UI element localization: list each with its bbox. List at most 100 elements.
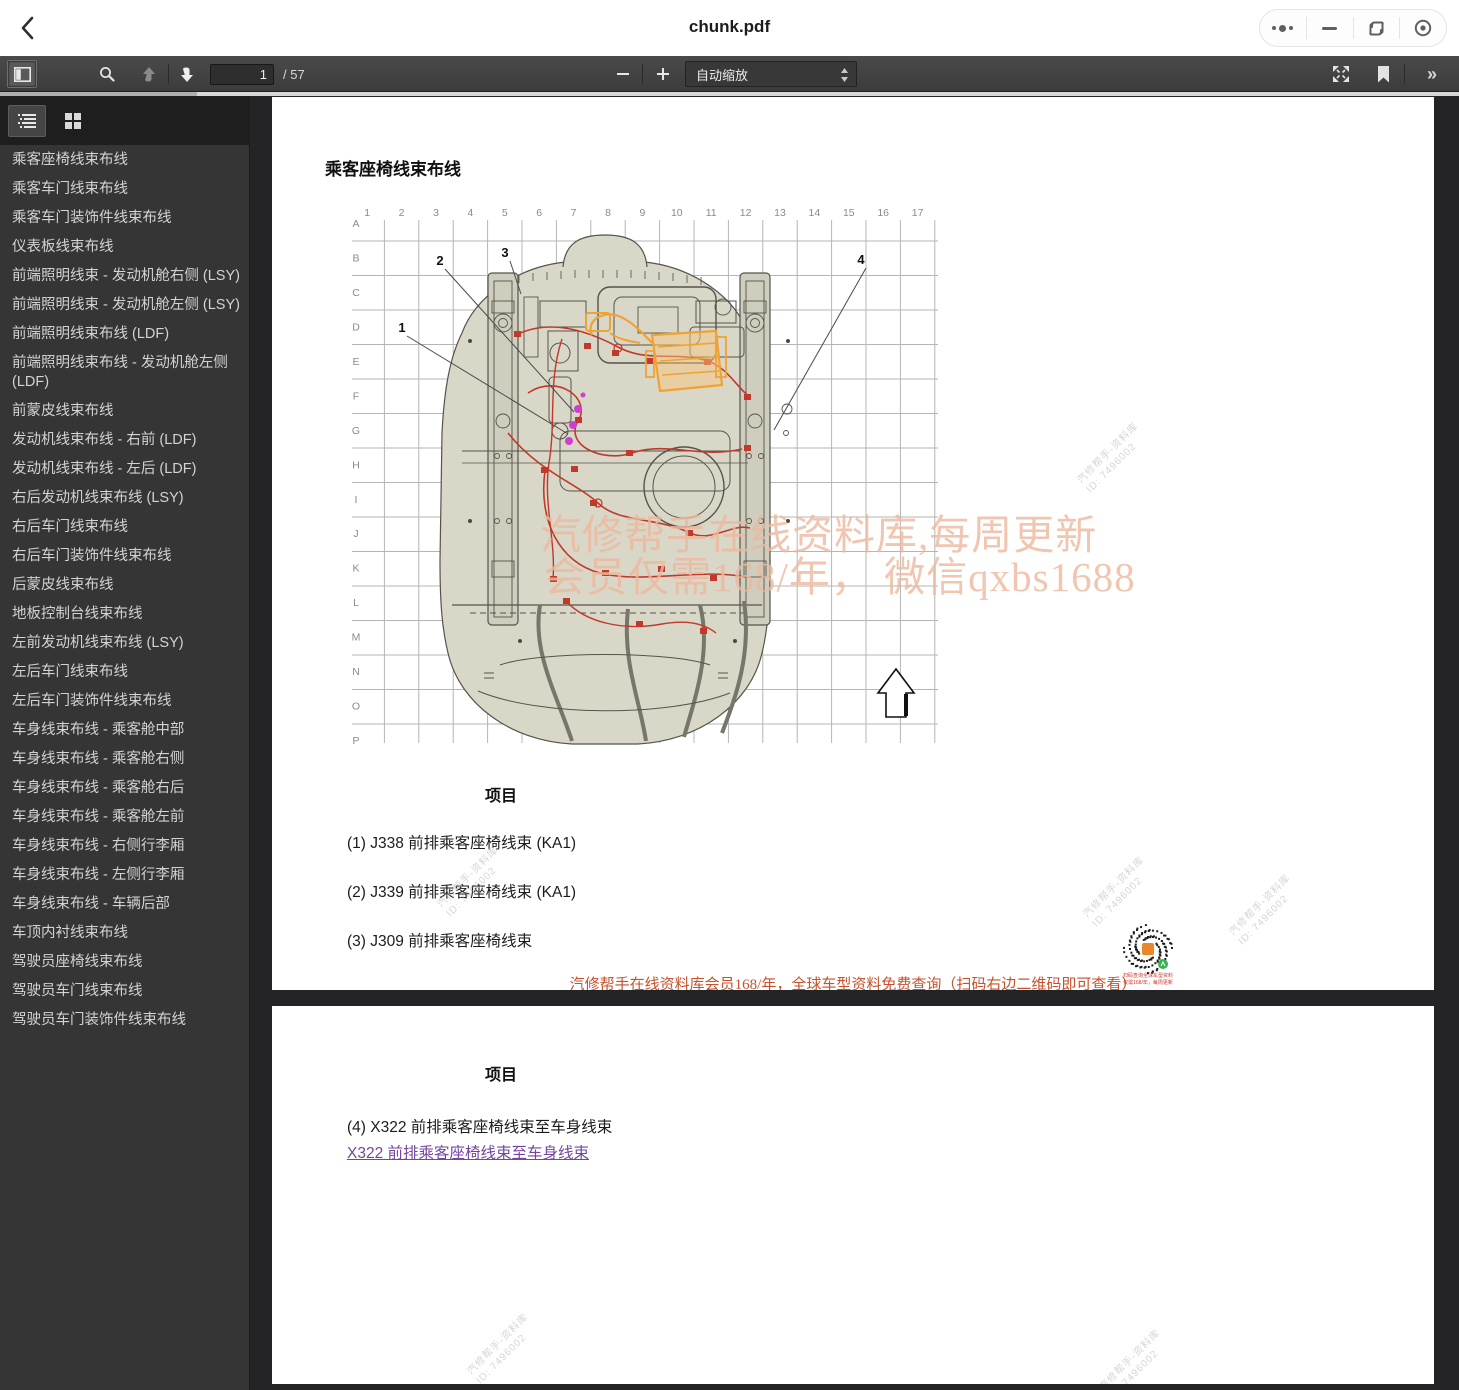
outline-item[interactable]: 驾驶员座椅线束布线 <box>12 953 240 972</box>
outline-item[interactable]: 发动机线束布线 - 左后 (LDF) <box>12 460 240 479</box>
svg-text:2: 2 <box>399 207 405 219</box>
outline-item[interactable]: 车身线束布线 - 乘客舱右侧 <box>12 750 240 769</box>
outline-item[interactable]: 车身线束布线 - 乘客舱左前 <box>12 808 240 827</box>
presentation-mode-button[interactable] <box>1326 60 1356 88</box>
outline-item[interactable]: 车身线束布线 - 乘客舱右后 <box>12 779 240 798</box>
outline-item[interactable]: 前端照明线束布线 - 发动机舱左侧 (LDF) <box>12 354 240 392</box>
next-page-button[interactable] <box>172 60 202 88</box>
close-button[interactable] <box>1400 10 1446 46</box>
outline-item[interactable]: 后蒙皮线束布线 <box>12 576 240 595</box>
svg-text:1: 1 <box>364 207 370 219</box>
bookmark-icon <box>1377 66 1390 83</box>
svg-text:4: 4 <box>467 207 473 219</box>
outline-item[interactable]: 驾驶员车门装饰件线束布线 <box>12 1011 240 1030</box>
qr-caption: 扫码查询全球车型资料 <box>1106 973 1190 980</box>
sidebar: 乘客座椅线束布线 乘客车门线束布线 乘客车门装饰件线束布线 仪表板线束布线 前端… <box>0 96 250 1390</box>
bookmark-button[interactable] <box>1368 60 1398 88</box>
qr-caption: 仅需168/年，每周更新 <box>1106 980 1190 987</box>
document-title: chunk.pdf <box>0 17 1459 37</box>
toolbar-divider <box>1404 64 1405 84</box>
outline-item[interactable]: 乘客座椅线束布线 <box>12 151 240 170</box>
pdf-page-2: 项目 (4) X322 前排乘客座椅线束至车身线束 X322 前排乘客座椅线束至… <box>272 1006 1434 1384</box>
svg-text:14: 14 <box>809 207 821 219</box>
svg-text:10: 10 <box>671 207 683 219</box>
outline-item[interactable]: 左后车门装饰件线束布线 <box>12 692 240 711</box>
svg-text:M: M <box>352 632 361 644</box>
zoom-out-button[interactable] <box>608 60 638 88</box>
double-chevron-icon: » <box>1427 64 1435 85</box>
outline-item[interactable]: 右后车门线束布线 <box>12 518 240 537</box>
svg-text:F: F <box>353 390 359 402</box>
outline-item[interactable]: 前端照明线束 - 发动机舱右侧 (LSY) <box>12 267 240 286</box>
outline-item[interactable]: 地板控制台线束布线 <box>12 605 240 624</box>
outline-item[interactable]: 车身线束布线 - 乘客舱中部 <box>12 721 240 740</box>
svg-text:3: 3 <box>433 207 439 219</box>
svg-text:5: 5 <box>502 207 508 219</box>
svg-text:N: N <box>352 666 360 678</box>
id-watermark: 汽修帮手-资料库ID: 7496002 <box>1097 1327 1173 1384</box>
items-section-heading: 项目 <box>485 1061 517 1085</box>
svg-text:D: D <box>352 321 360 333</box>
thumbnails-view-button[interactable] <box>54 105 92 137</box>
legend-item: (3) J309 前排乘客座椅线束 <box>347 929 532 951</box>
search-icon <box>99 66 115 82</box>
more-tools-button[interactable]: » <box>1416 60 1446 88</box>
outline-list-icon <box>18 113 36 129</box>
qr-code-stamp <box>1120 921 1176 977</box>
outline-item[interactable]: 乘客车门线束布线 <box>12 180 240 199</box>
arrow-down-icon <box>179 66 195 83</box>
svg-text:I: I <box>355 494 358 506</box>
outline-item[interactable]: 驾驶员车门线束布线 <box>12 982 240 1001</box>
harness-link[interactable]: X322 前排乘客座椅线束至车身线束 <box>347 1141 589 1163</box>
outline-item[interactable]: 车身线束布线 - 车辆后部 <box>12 895 240 914</box>
outline-item[interactable]: 左后车门线束布线 <box>12 663 240 682</box>
minimize-button[interactable] <box>1307 10 1353 46</box>
legend-item: (4) X322 前排乘客座椅线束至车身线束 <box>347 1115 612 1137</box>
outline-item[interactable]: 仪表板线束布线 <box>12 238 240 257</box>
thumbnails-grid-icon <box>65 113 81 129</box>
sidebar-toggle-button[interactable] <box>7 60 37 88</box>
restore-button[interactable] <box>1354 10 1400 46</box>
outline-item[interactable]: 车身线束布线 - 左侧行李厢 <box>12 866 240 885</box>
direction-arrow-icon <box>878 669 914 717</box>
outline-item[interactable]: 乘客车门装饰件线束布线 <box>12 209 240 228</box>
restore-icon <box>1368 20 1385 37</box>
more-menu-button[interactable] <box>1260 10 1306 46</box>
toolbar-divider <box>168 64 169 84</box>
svg-text:P: P <box>352 735 359 747</box>
page-number-input[interactable] <box>210 64 274 85</box>
outline-item[interactable]: 发动机线束布线 - 右前 (LDF) <box>12 431 240 450</box>
outline-view-button[interactable] <box>8 105 46 137</box>
svg-text:17: 17 <box>912 207 924 219</box>
toolbar-divider <box>642 64 643 84</box>
zoom-level-value: 自动缩放 <box>696 65 748 84</box>
outline-item[interactable]: 车顶内衬线束布线 <box>12 924 240 943</box>
promo-footer-text: 汽修帮手在线资料库会员168/年，全球车型资料免费查询（扫码右边二维码即可查看） <box>272 973 1434 990</box>
arrow-up-icon <box>141 66 157 83</box>
svg-text:16: 16 <box>877 207 889 219</box>
minus-icon <box>617 73 629 75</box>
seat-drawing <box>440 235 792 744</box>
svg-text:6: 6 <box>536 207 542 219</box>
outline-item[interactable]: 前端照明线束 - 发动机舱左侧 (LSY) <box>12 296 240 315</box>
svg-text:11: 11 <box>706 207 717 219</box>
seat-harness-diagram: 1234567891011121314151617ABCDEFGHIJKLMNO… <box>272 97 1434 990</box>
sidebar-icon <box>14 67 31 82</box>
pdf-viewer-area[interactable]: 乘客座椅线束布线 1234567891011121314151617ABCDEF… <box>250 96 1459 1390</box>
outline-item[interactable]: 前端照明线束布线 (LDF) <box>12 325 240 344</box>
svg-text:12: 12 <box>740 207 752 219</box>
outline-item[interactable]: 右后发动机线束布线 (LSY) <box>12 489 240 508</box>
zoom-level-select[interactable]: 自动缩放 <box>685 61 857 87</box>
outline-item[interactable]: 右后车门装饰件线束布线 <box>12 547 240 566</box>
outline-item[interactable]: 车身线束布线 - 右侧行李厢 <box>12 837 240 856</box>
outline-item[interactable]: 前蒙皮线束布线 <box>12 402 240 421</box>
zoom-in-button[interactable] <box>648 60 678 88</box>
svg-text:2: 2 <box>436 253 443 268</box>
find-button[interactable] <box>92 60 122 88</box>
svg-text:J: J <box>353 528 358 540</box>
svg-text:3: 3 <box>501 245 508 260</box>
page-count-label: / 57 <box>283 67 305 82</box>
previous-page-button[interactable] <box>134 60 164 88</box>
outline-item[interactable]: 左前发动机线束布线 (LSY) <box>12 634 240 653</box>
svg-text:15: 15 <box>843 207 855 219</box>
